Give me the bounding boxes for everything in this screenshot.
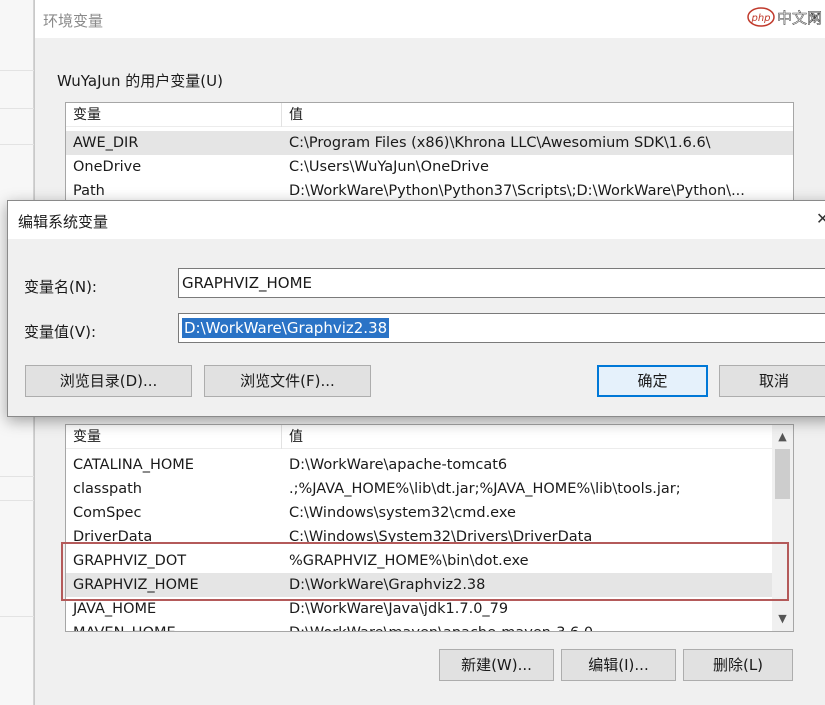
scroll-thumb[interactable] <box>775 449 790 499</box>
var-name: AWE_DIR <box>73 135 139 151</box>
variable-name-input[interactable]: GRAPHVIZ_HOME <box>178 268 825 298</box>
var-value: .;%JAVA_HOME%\lib\dt.jar;%JAVA_HOME%\lib… <box>289 481 681 497</box>
edit-dialog-title: 编辑系统变量 <box>18 213 109 231</box>
watermark-text: 中文网 <box>777 9 822 27</box>
user-var-row[interactable]: OneDrive C:\Users\WuYaJun\OneDrive <box>66 155 793 179</box>
ok-button[interactable]: 确定 <box>597 365 708 397</box>
var-value: C:\Program Files (x86)\Khrona LLC\Awesom… <box>289 135 711 151</box>
scroll-up-icon[interactable]: ▲ <box>772 427 793 447</box>
php-watermark-logo: php 中文网 <box>747 7 822 27</box>
user-vars-header: 变量 值 <box>66 103 793 127</box>
var-name: ComSpec <box>73 505 142 521</box>
var-name: MAVEN_HOME <box>66 621 282 631</box>
system-var-row[interactable]: CATALINA_HOME D:\WorkWare\apache-tomcat6 <box>66 453 772 477</box>
scroll-down-icon[interactable]: ▼ <box>772 609 793 629</box>
column-header-value[interactable]: 值 <box>282 425 772 449</box>
edit-variable-button[interactable]: 编辑(I)... <box>561 649 676 681</box>
var-name: OneDrive <box>73 159 142 175</box>
user-vars-list[interactable]: 变量 值 AWE_DIR C:\Program Files (x86)\Khro… <box>65 102 794 202</box>
system-var-row[interactable]: ComSpec C:\Windows\system32\cmd.exe <box>66 501 772 525</box>
user-var-row[interactable]: AWE_DIR C:\Program Files (x86)\Khrona LL… <box>66 131 793 155</box>
system-var-row[interactable]: MAVEN_HOME D:\WorkWare\maven\apache-mave… <box>66 621 772 631</box>
column-header-variable[interactable]: 变量 <box>66 425 282 449</box>
annotation-highlight-box <box>61 542 789 601</box>
browse-file-button[interactable]: 浏览文件(F)... <box>204 365 371 397</box>
watermark-badge: php <box>750 13 770 24</box>
edit-dialog-close-icon[interactable]: ✕ <box>816 209 825 228</box>
var-value: D:\WorkWare\apache-tomcat6 <box>289 457 508 473</box>
var-value: C:\Users\WuYaJun\OneDrive <box>289 159 489 175</box>
system-vars-header: 变量 值 <box>66 425 793 449</box>
variable-value-label: 变量值(V): <box>24 323 97 341</box>
user-vars-group-label: WuYaJun 的用户变量(U) <box>57 72 223 90</box>
var-value: C:\Windows\system32\cmd.exe <box>289 505 516 521</box>
var-value: D:\WorkWare\maven\apache-maven-3.6.0 <box>282 621 772 631</box>
env-titlebar: 环境变量 ✕ <box>35 0 825 38</box>
edit-dialog-titlebar: 编辑系统变量 ✕ <box>8 201 825 239</box>
delete-variable-button[interactable]: 删除(L) <box>683 649 793 681</box>
edit-system-variable-dialog: 编辑系统变量 ✕ 变量名(N): GRAPHVIZ_HOME 变量值(V): D… <box>7 200 825 417</box>
browse-directory-button[interactable]: 浏览目录(D)... <box>25 365 192 397</box>
new-variable-button[interactable]: 新建(W)... <box>439 649 554 681</box>
variable-value-selected-text: D:\WorkWare\Graphviz2.38 <box>182 318 390 338</box>
env-window-title: 环境变量 <box>43 12 104 30</box>
column-header-variable[interactable]: 变量 <box>66 103 282 127</box>
column-header-value[interactable]: 值 <box>282 103 793 127</box>
var-name: classpath <box>73 481 142 497</box>
cancel-button[interactable]: 取消 <box>719 365 825 397</box>
variable-value-input[interactable]: D:\WorkWare\Graphviz2.38 <box>178 313 825 343</box>
variable-name-label: 变量名(N): <box>24 278 97 296</box>
system-var-row[interactable]: classpath .;%JAVA_HOME%\lib\dt.jar;%JAVA… <box>66 477 772 501</box>
var-name: CATALINA_HOME <box>73 457 194 473</box>
